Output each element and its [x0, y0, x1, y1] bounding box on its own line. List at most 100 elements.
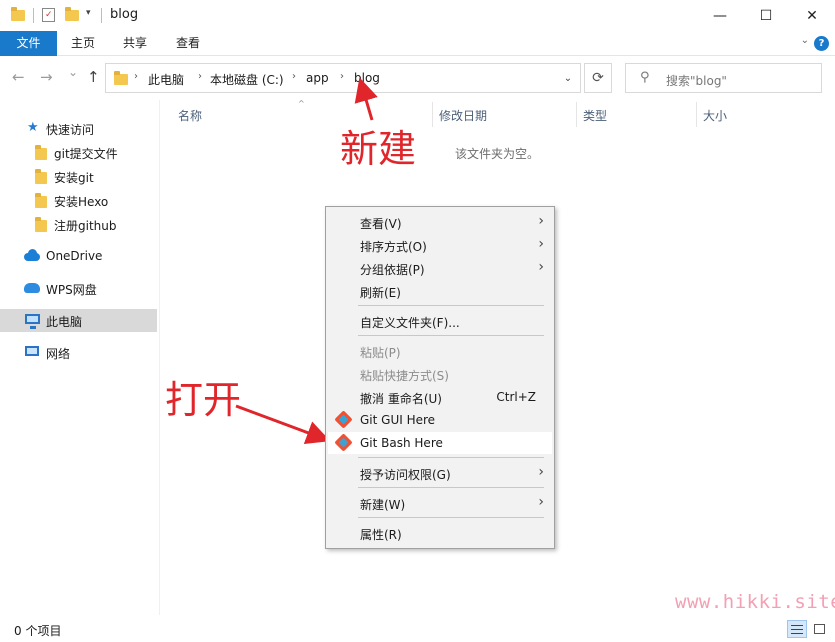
annotation-new: 新建 — [340, 127, 417, 171]
sidebar-item-onedrive[interactable]: OneDrive — [0, 245, 157, 268]
context-menu: 查看(V) › 排序方式(O) › 分组依据(P) › 刷新(E) 自定义文件夹… — [325, 206, 555, 549]
sidebar-item-folder[interactable]: git提交文件 — [0, 141, 157, 164]
details-view-button[interactable] — [787, 620, 807, 638]
sidebar-item-folder[interactable]: 注册github — [0, 213, 157, 236]
breadcrumb-local-disk[interactable]: 本地磁盘 (C:) — [210, 71, 284, 88]
forward-button[interactable]: → — [40, 68, 53, 86]
search-input[interactable]: ⚲ 搜索"blog" — [625, 63, 822, 93]
breadcrumb-separator-icon[interactable]: › — [292, 71, 296, 82]
breadcrumb-separator-icon[interactable]: › — [134, 71, 138, 82]
tab-view[interactable]: 查看 — [162, 31, 214, 56]
chevron-right-icon: › — [538, 494, 544, 510]
sidebar-item-quick-access[interactable]: ★ 快速访问 — [0, 117, 157, 140]
menu-separator — [358, 305, 544, 306]
watermark: www.hikki.site — [675, 591, 835, 613]
sidebar-item-label: OneDrive — [46, 249, 103, 263]
back-button[interactable]: ← — [12, 68, 25, 86]
menu-separator — [358, 335, 544, 336]
menu-item-label: 撤消 重命名(U) — [360, 392, 442, 406]
breadcrumb-separator-icon[interactable]: › — [198, 71, 202, 82]
menu-separator — [358, 517, 544, 518]
menu-item-git-bash[interactable]: Git Bash Here — [328, 432, 552, 454]
folder-icon — [35, 169, 47, 184]
tab-share[interactable]: 共享 — [109, 31, 161, 56]
sidebar-item-wps[interactable]: WPS网盘 — [0, 277, 157, 300]
item-count: 0 个项目 — [14, 624, 62, 638]
menu-item-label: 新建(W) — [360, 498, 406, 512]
sidebar-item-folder[interactable]: 安装Hexo — [0, 189, 157, 212]
close-button[interactable]: ✕ — [789, 0, 835, 31]
chevron-down-icon[interactable]: ⌄ — [801, 35, 809, 46]
divider — [33, 8, 34, 23]
column-divider[interactable] — [696, 102, 697, 127]
column-divider[interactable] — [576, 102, 577, 127]
chevron-right-icon: › — [538, 236, 544, 252]
chevron-right-icon: › — [538, 213, 544, 229]
sidebar-item-network[interactable]: 网络 — [0, 341, 157, 364]
search-placeholder: 搜索"blog" — [666, 74, 727, 88]
column-header-size[interactable]: 大小 — [703, 107, 727, 124]
menu-item-new[interactable]: 新建(W) › — [328, 492, 552, 514]
cloud-icon — [24, 249, 40, 261]
refresh-button[interactable]: ⟳ — [584, 63, 612, 93]
breadcrumb-this-pc[interactable]: 此电脑 — [148, 71, 184, 88]
recent-locations-button[interactable]: ⌄ — [68, 65, 78, 79]
chevron-right-icon: › — [538, 259, 544, 275]
navigation-bar: ← → ⌄ ↑ › 此电脑 › 本地磁盘 (C:) › app › blog ⌄… — [0, 56, 835, 100]
new-folder-icon[interactable] — [65, 7, 79, 21]
help-icon[interactable]: ? — [814, 36, 829, 51]
menu-item-label: Git Bash Here — [360, 436, 443, 450]
properties-icon[interactable]: ✓ — [42, 8, 55, 22]
sidebar-item-this-pc[interactable]: 此电脑 — [0, 309, 157, 332]
menu-item-paste-shortcut: 粘贴快捷方式(S) — [328, 363, 552, 385]
window-title: blog — [110, 7, 139, 22]
sidebar-item-folder[interactable]: 安装git — [0, 165, 157, 188]
sidebar-item-label: 安装git — [54, 171, 94, 185]
menu-item-customize-folder[interactable]: 自定义文件夹(F)... — [328, 310, 552, 332]
menu-item-label: 粘贴快捷方式(S) — [360, 369, 449, 383]
navigation-pane: ★ 快速访问 git提交文件 安装git 安装Hexo 注册github One… — [0, 100, 160, 615]
menu-item-label: 属性(R) — [360, 528, 402, 542]
menu-item-view[interactable]: 查看(V) › — [328, 211, 552, 233]
annotation-open: 打开 — [165, 378, 242, 422]
menu-item-label: 刷新(E) — [360, 286, 401, 300]
large-icons-view-button[interactable] — [810, 620, 830, 638]
sidebar-item-label: 网络 — [46, 347, 71, 361]
menu-item-properties[interactable]: 属性(R) — [328, 522, 552, 544]
address-dropdown-button[interactable]: ⌄ — [554, 63, 581, 93]
breadcrumb-app[interactable]: app — [306, 71, 329, 85]
menu-item-label: Git GUI Here — [360, 413, 436, 427]
folder-icon — [114, 71, 128, 85]
menu-item-grant-access[interactable]: 授予访问权限(G) › — [328, 462, 552, 484]
column-header-type[interactable]: 类型 — [583, 107, 607, 124]
title-bar: ✓ ▾ blog — ☐ ✕ — [0, 0, 835, 31]
sidebar-item-label: 快速访问 — [46, 123, 95, 137]
breadcrumb-blog[interactable]: blog — [354, 71, 380, 85]
menu-item-git-gui[interactable]: Git GUI Here — [328, 409, 552, 431]
menu-item-sort[interactable]: 排序方式(O) › — [328, 234, 552, 256]
sort-ascending-icon: ^ — [298, 99, 305, 108]
search-icon: ⚲ — [640, 70, 650, 85]
minimize-button[interactable]: — — [697, 0, 743, 31]
git-icon — [334, 433, 353, 452]
menu-item-refresh[interactable]: 刷新(E) — [328, 280, 552, 302]
sidebar-item-label: 安装Hexo — [54, 195, 109, 209]
status-bar: 0 个项目 — [0, 615, 835, 642]
customize-toolbar-icon[interactable]: ▾ — [86, 8, 91, 18]
column-header-name[interactable]: 名称 — [178, 107, 202, 124]
up-button[interactable]: ↑ — [87, 68, 100, 86]
menu-item-label: 排序方式(O) — [360, 240, 427, 254]
git-icon — [334, 410, 353, 429]
menu-item-undo-rename[interactable]: 撤消 重命名(U) Ctrl+Z — [328, 386, 552, 408]
tab-home[interactable]: 主页 — [57, 31, 109, 56]
breadcrumb-separator-icon[interactable]: › — [340, 71, 344, 82]
column-divider[interactable] — [432, 102, 433, 127]
address-bar[interactable]: › 此电脑 › 本地磁盘 (C:) › app › blog — [105, 63, 581, 93]
maximize-button[interactable]: ☐ — [743, 0, 789, 31]
menu-item-group[interactable]: 分组依据(P) › — [328, 257, 552, 279]
column-header-date[interactable]: 修改日期 — [439, 107, 487, 124]
tab-file[interactable]: 文件 — [0, 31, 57, 56]
sidebar-item-label: WPS网盘 — [46, 283, 97, 297]
menu-item-label: 粘贴(P) — [360, 346, 401, 360]
sidebar-item-label: 此电脑 — [46, 315, 83, 329]
